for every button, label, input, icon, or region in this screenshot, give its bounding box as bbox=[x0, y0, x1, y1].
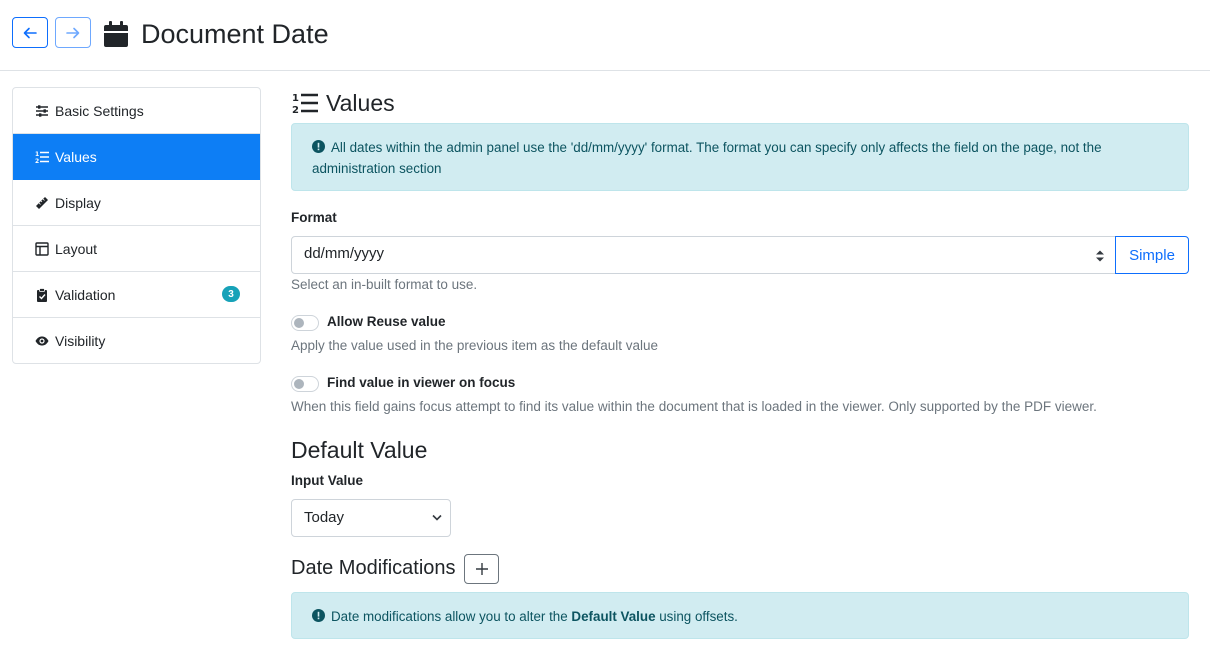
calendar-icon bbox=[104, 21, 128, 47]
allow-reuse-label: Allow Reuse value bbox=[327, 314, 446, 329]
format-help-text: Select an in-built format to use. bbox=[291, 277, 478, 292]
sidebar-item-label: Values bbox=[55, 148, 97, 165]
input-value-select[interactable]: Today bbox=[291, 499, 451, 537]
date-modifications-heading: Date Modifications bbox=[291, 557, 456, 579]
sidebar-item-layout[interactable]: Layout bbox=[13, 226, 260, 272]
alert-text-suffix: using offsets. bbox=[655, 609, 738, 624]
arrow-left-icon bbox=[23, 27, 37, 38]
allow-reuse-toggle[interactable] bbox=[291, 315, 319, 331]
clipboard-check-icon bbox=[35, 287, 49, 302]
format-label: Format bbox=[291, 210, 337, 225]
find-value-label: Find value in viewer on focus bbox=[327, 375, 516, 390]
alert-text-prefix: Date modifications allow you to alter th… bbox=[331, 609, 572, 624]
section-title: Values bbox=[326, 90, 395, 116]
find-value-help-text: When this field gains focus attempt to f… bbox=[291, 399, 1097, 414]
exclamation-circle-icon bbox=[312, 609, 325, 622]
find-value-toggle[interactable] bbox=[291, 376, 319, 392]
sidebar-item-label: Display bbox=[55, 194, 101, 211]
svg-text:1: 1 bbox=[35, 151, 39, 158]
forward-button[interactable] bbox=[55, 17, 91, 48]
svg-text:2: 2 bbox=[292, 105, 299, 115]
list-ol-icon: 12 bbox=[292, 93, 318, 115]
svg-text:1: 1 bbox=[292, 93, 299, 104]
plus-icon bbox=[475, 563, 488, 575]
svg-text:2: 2 bbox=[35, 158, 39, 164]
validation-count-badge: 3 bbox=[222, 286, 240, 302]
sidebar-item-label: Layout bbox=[55, 240, 98, 257]
sidebar-item-values[interactable]: 12 Values bbox=[13, 134, 260, 180]
eye-icon bbox=[35, 334, 49, 348]
chevron-down-icon bbox=[432, 514, 442, 521]
layout-icon bbox=[35, 241, 49, 256]
sidebar-item-visibility[interactable]: Visibility bbox=[13, 318, 260, 363]
sliders-icon bbox=[35, 104, 49, 118]
exclamation-circle-icon bbox=[312, 140, 325, 153]
page-title: Document Date bbox=[141, 19, 329, 49]
sidebar-item-label: Validation bbox=[55, 286, 116, 303]
back-button[interactable] bbox=[12, 17, 48, 48]
sidebar-item-validation[interactable]: Validation 3 bbox=[13, 272, 260, 318]
input-value-label: Input Value bbox=[291, 473, 364, 488]
values-heading: 12 Values bbox=[292, 89, 395, 117]
sidebar-item-label: Basic Settings bbox=[55, 102, 144, 119]
sidebar: Basic Settings 12 Values Display Layout … bbox=[12, 87, 261, 364]
header: Document Date bbox=[0, 0, 1210, 71]
sidebar-item-display[interactable]: Display bbox=[13, 180, 260, 226]
format-select[interactable]: dd/mm/yyyy bbox=[291, 236, 1116, 274]
sidebar-item-label: Visibility bbox=[55, 332, 106, 349]
alert-text-bold: Default Value bbox=[571, 609, 656, 624]
sidebar-item-basic-settings[interactable]: Basic Settings bbox=[13, 88, 260, 134]
date-format-info-alert: All dates within the admin panel use the… bbox=[291, 123, 1189, 191]
sort-arrows-icon bbox=[1096, 250, 1104, 262]
format-value: dd/mm/yyyy bbox=[304, 245, 385, 262]
arrow-right-icon bbox=[66, 27, 80, 38]
input-value-selected: Today bbox=[304, 509, 345, 526]
allow-reuse-help-text: Apply the value used in the previous ite… bbox=[291, 338, 658, 353]
add-date-modification-button[interactable] bbox=[464, 554, 499, 584]
simple-button[interactable]: Simple bbox=[1115, 236, 1189, 274]
list-ol-icon: 12 bbox=[35, 150, 49, 164]
ruler-icon bbox=[35, 196, 49, 210]
date-modifications-info-alert: Date modifications allow you to alter th… bbox=[291, 592, 1189, 639]
alert-text: All dates within the admin panel use the… bbox=[312, 140, 1102, 176]
default-value-heading: Default Value bbox=[291, 437, 428, 463]
